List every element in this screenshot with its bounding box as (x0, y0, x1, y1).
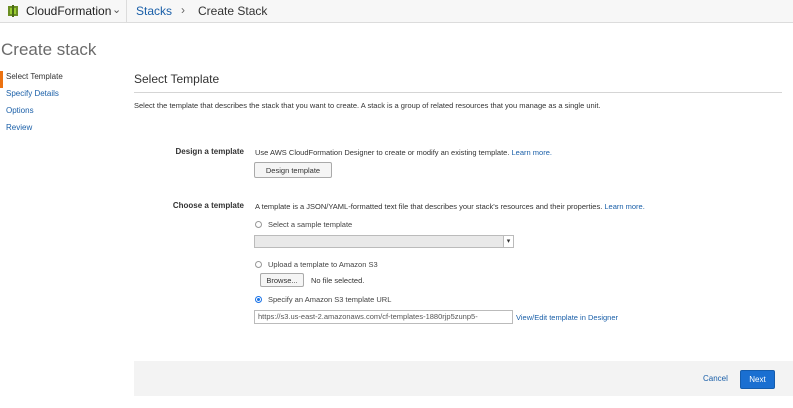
step-options[interactable]: Options (0, 105, 120, 122)
breadcrumb-current: Create Stack (198, 4, 268, 18)
step-review[interactable]: Review (0, 122, 120, 139)
template-url-input[interactable]: https://s3.us-east-2.amazonaws.com/cf-te… (254, 310, 513, 324)
design-template-label: Design a template (175, 147, 244, 156)
sample-template-option[interactable]: Select a sample template (255, 220, 352, 229)
design-template-help: Use AWS CloudFormation Designer to creat… (255, 148, 552, 157)
cancel-button[interactable]: Cancel (703, 374, 728, 383)
service-name[interactable]: CloudFormation (26, 4, 111, 18)
next-button[interactable]: Next (740, 370, 775, 389)
page-title: Create stack (1, 40, 97, 59)
upload-template-option[interactable]: Upload a template to Amazon S3 (255, 260, 378, 269)
url-template-option[interactable]: Specify an Amazon S3 template URL (255, 295, 391, 304)
browse-button[interactable]: Browse... (260, 273, 304, 287)
section-divider (134, 92, 782, 93)
sample-template-radio[interactable] (255, 221, 262, 228)
section-description: Select the template that describes the s… (134, 101, 601, 110)
choose-learn-more-link[interactable]: Learn more. (604, 202, 644, 211)
no-file-selected-text: No file selected. (311, 276, 365, 285)
design-help-text: Use AWS CloudFormation Designer to creat… (255, 148, 510, 157)
sample-template-label: Select a sample template (268, 220, 353, 229)
url-template-label: Specify an Amazon S3 template URL (268, 295, 392, 304)
step-specify-details[interactable]: Specify Details (0, 88, 120, 105)
wizard-steps: Select Template Specify Details Options … (0, 71, 120, 139)
sample-template-select[interactable]: ▾ (254, 235, 514, 248)
breadcrumb-separator: › (181, 3, 185, 17)
choose-help-text: A template is a JSON/YAML-formatted text… (255, 202, 603, 211)
cloudformation-logo-icon (8, 5, 18, 17)
choose-template-label: Choose a template (172, 201, 244, 210)
section-title: Select Template (134, 72, 220, 86)
top-navigation-bar: CloudFormation ⌄ Stacks › Create Stack (0, 0, 793, 23)
topbar-divider (126, 0, 127, 22)
choose-template-help: A template is a JSON/YAML-formatted text… (255, 202, 645, 211)
breadcrumb-stacks-link[interactable]: Stacks (136, 4, 172, 18)
step-select-template[interactable]: Select Template (0, 71, 120, 88)
view-edit-designer-link[interactable]: View/Edit template in Designer (516, 313, 618, 322)
design-learn-more-link[interactable]: Learn more. (512, 148, 552, 157)
chevron-down-icon: ▾ (503, 236, 513, 247)
upload-template-radio[interactable] (255, 261, 262, 268)
chevron-down-icon[interactable]: ⌄ (112, 3, 121, 16)
upload-template-label: Upload a template to Amazon S3 (268, 260, 378, 269)
wizard-footer: Cancel Next (134, 361, 793, 396)
design-template-button[interactable]: Design template (254, 162, 332, 178)
url-template-radio[interactable] (255, 296, 262, 303)
